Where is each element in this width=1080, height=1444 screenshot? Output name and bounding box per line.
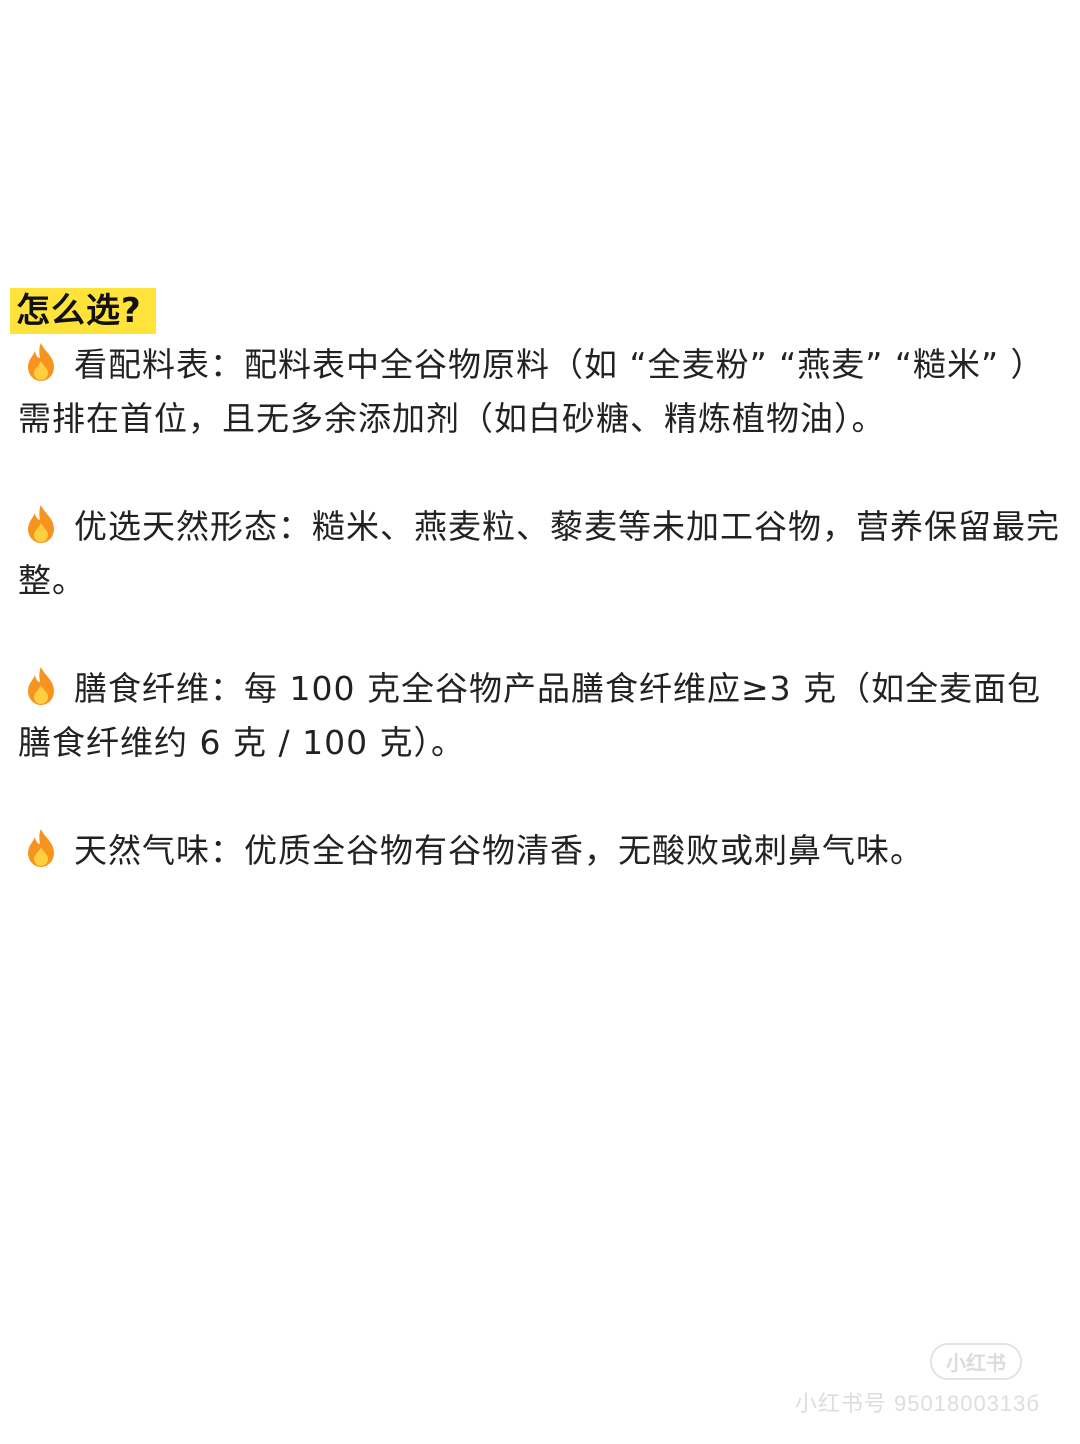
fire-icon [28, 505, 54, 543]
tip-text: 天然气味：优质全谷物有谷物清香，无酸败或刺鼻气味。 [74, 831, 924, 870]
tip-item-natural-form: 优选天然形态：糙米、燕麦粒、藜麦等未加工谷物，营养保留最完整。 [18, 500, 1062, 608]
note-content: 怎么选? 看配料表：配料表中全谷物原料（如 “全麦粉” “燕麦” “糙米” ）需… [0, 288, 1080, 878]
fire-icon [28, 343, 54, 381]
watermark-id: 小红书号 9501800313б [794, 1391, 1040, 1416]
fire-icon [28, 829, 54, 867]
tip-text: 优选天然形态：糙米、燕麦粒、藜麦等未加工谷物，营养保留最完整。 [18, 507, 1060, 600]
tip-item-ingredients: 看配料表：配料表中全谷物原料（如 “全麦粉” “燕麦” “糙米” ）需排在首位，… [18, 338, 1062, 446]
heading-row: 怎么选? [10, 288, 1080, 338]
tip-item-fiber: 膳食纤维：每 100 克全谷物产品膳食纤维应≥3 克（如全麦面包膳食纤维约 6 … [18, 662, 1062, 770]
tip-text: 看配料表：配料表中全谷物原料（如 “全麦粉” “燕麦” “糙米” ）需排在首位，… [18, 345, 1045, 438]
tip-item-smell: 天然气味：优质全谷物有谷物清香，无酸败或刺鼻气味。 [18, 824, 1062, 878]
fire-icon [28, 667, 54, 705]
section-heading: 怎么选? [10, 288, 156, 334]
watermark-logo: 小红书 [930, 1343, 1022, 1380]
watermark: 小红书 小红书号 9501800313б [795, 1343, 1040, 1418]
tip-text: 膳食纤维：每 100 克全谷物产品膳食纤维应≥3 克（如全麦面包膳食纤维约 6 … [18, 669, 1042, 762]
